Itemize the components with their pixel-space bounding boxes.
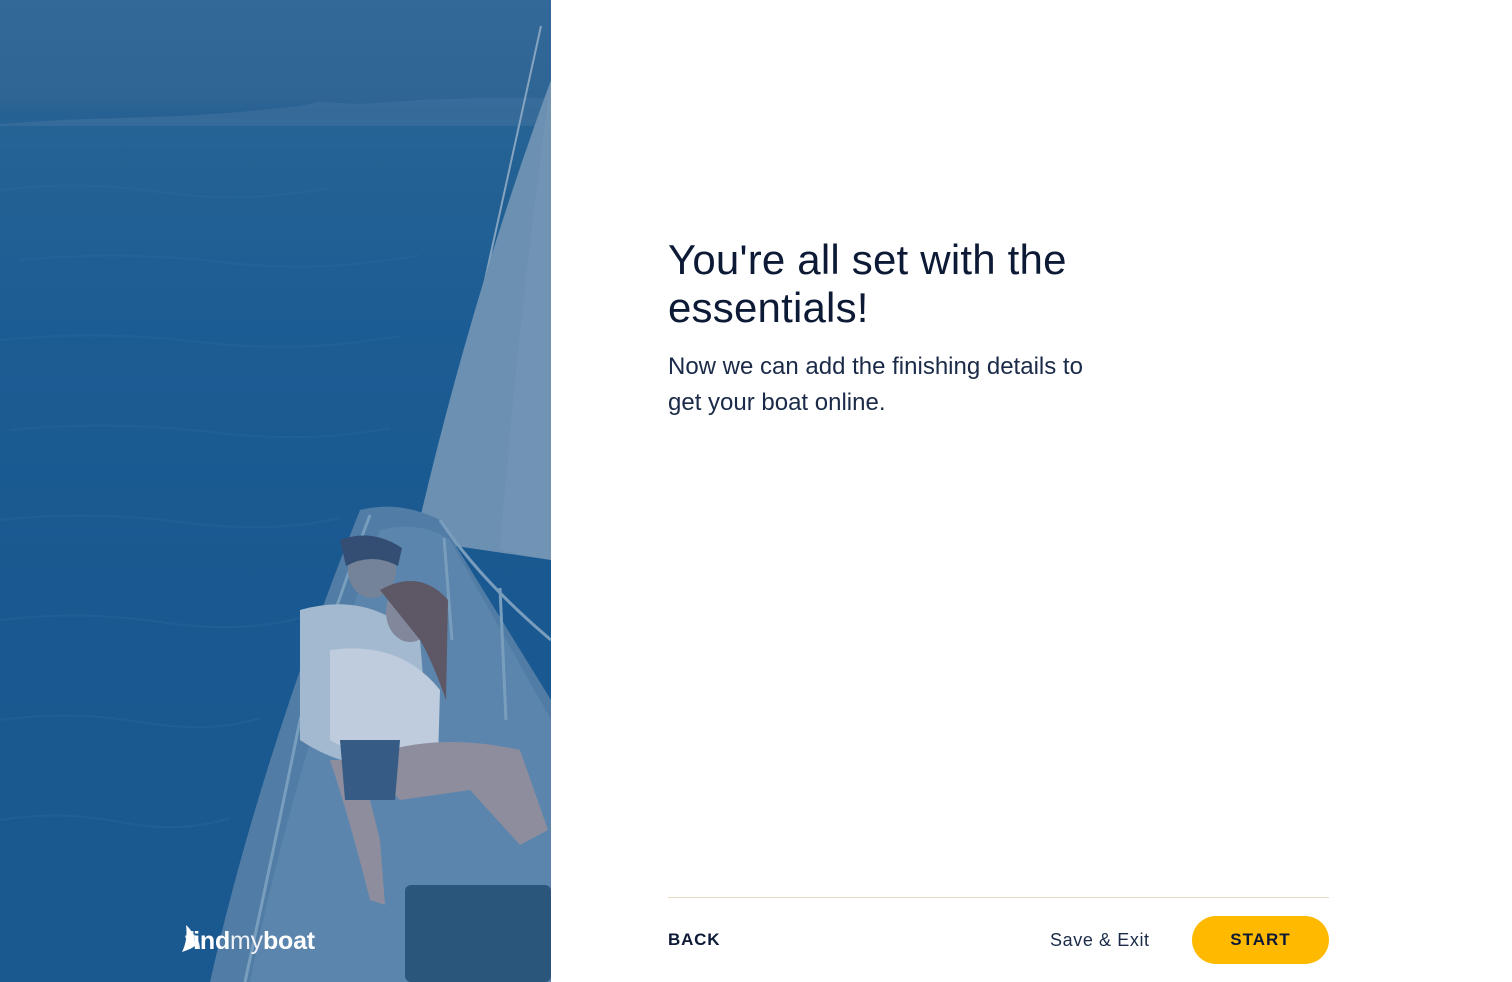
- hero-overlay: [0, 0, 551, 982]
- save-and-exit-button[interactable]: Save & Exit: [1050, 928, 1150, 952]
- start-button[interactable]: START: [1192, 916, 1329, 964]
- page-subtitle: Now we can add the finishing details to …: [668, 353, 1083, 416]
- hero-image-panel: findmyboat: [0, 0, 551, 982]
- back-button[interactable]: BACK: [668, 928, 720, 952]
- logo-word-my: my: [230, 926, 263, 955]
- page-title: You're all set with the essentials!: [668, 236, 1067, 331]
- logo-word-boat: boat: [262, 926, 315, 955]
- findmyboat-logo[interactable]: findmyboat: [180, 924, 315, 958]
- footer-divider: [668, 897, 1329, 898]
- completion-message: You're all set with the essentials! Now …: [668, 236, 1088, 421]
